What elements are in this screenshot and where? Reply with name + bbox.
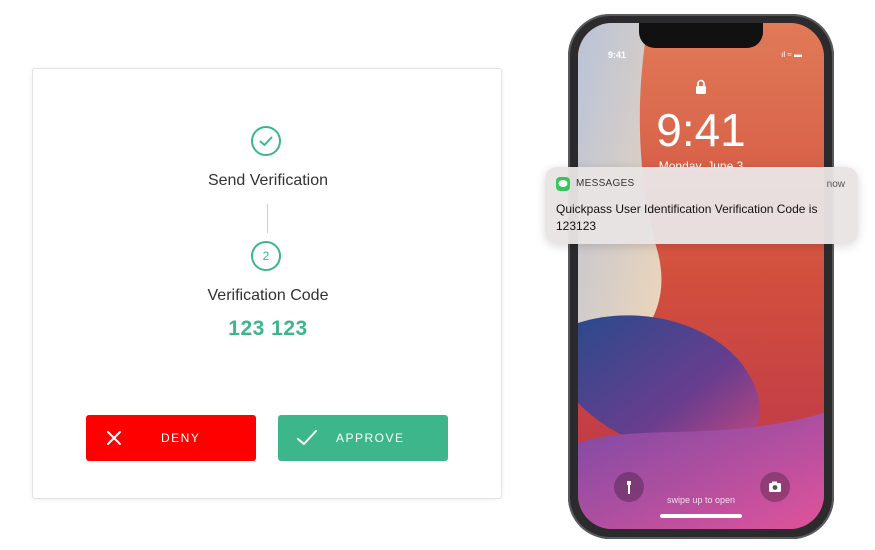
step-send-verification-label: Send Verification xyxy=(207,172,329,189)
phone-notch xyxy=(639,23,763,48)
notification-app-name: MESSAGES xyxy=(576,178,635,189)
close-icon xyxy=(104,428,124,451)
verification-card: Send Verification 2 Verification Code 12… xyxy=(32,68,502,499)
status-bar-icons: ıl ≈ ▬ xyxy=(781,50,802,59)
deny-button[interactable]: DENY xyxy=(86,415,256,461)
step-verification-code-label: Verification Code xyxy=(207,287,329,304)
approve-button-label: APPROVE xyxy=(336,431,405,445)
swipe-up-hint: swipe up to open xyxy=(666,495,736,505)
step-connector xyxy=(267,204,268,233)
notification-body: Quickpass User Identification Verificati… xyxy=(556,202,818,233)
verification-code: 123 123 xyxy=(228,317,308,340)
home-indicator[interactable] xyxy=(660,514,742,518)
check-icon xyxy=(295,428,319,451)
notification-time: now xyxy=(826,179,845,190)
lock-icon xyxy=(695,79,707,100)
messages-app-icon xyxy=(556,177,570,191)
status-bar-time: 9:41 xyxy=(608,50,627,60)
step-number: 2 xyxy=(262,249,270,263)
messages-notification[interactable]: MESSAGES now Quickpass User Identificati… xyxy=(545,167,858,244)
check-circle-icon xyxy=(251,126,281,156)
phone-lock-screen: 9:41 ıl ≈ ▬ 9:41 Monday, June 3 swipe up… xyxy=(578,23,824,529)
step-number-badge: 2 xyxy=(251,241,281,271)
phone-mockup: 9:41 ıl ≈ ▬ 9:41 Monday, June 3 swipe up… xyxy=(568,14,834,539)
deny-button-label: DENY xyxy=(161,431,201,445)
approve-button[interactable]: APPROVE xyxy=(278,415,448,461)
lock-screen-time: 9:41 xyxy=(656,104,746,156)
